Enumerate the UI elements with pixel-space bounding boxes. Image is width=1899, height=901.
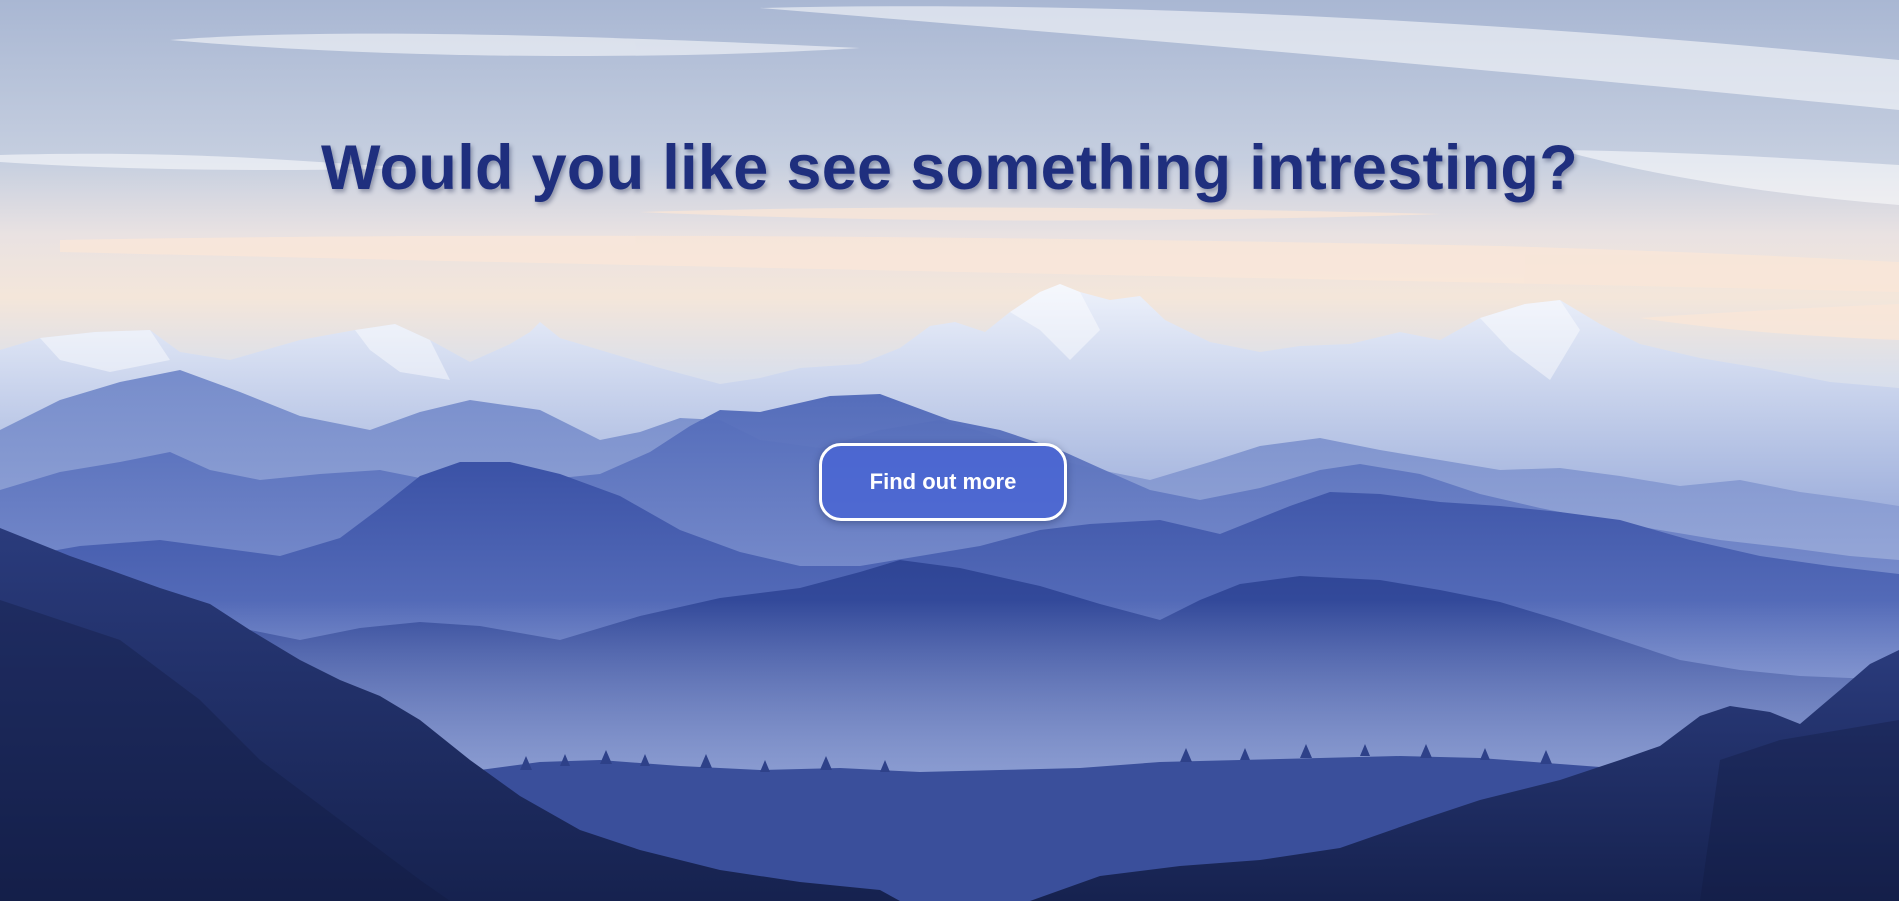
hero-section: Would you like see something intresting?… bbox=[0, 0, 1899, 901]
find-out-more-button[interactable]: Find out more bbox=[819, 443, 1067, 521]
hero-title: Would you like see something intresting? bbox=[321, 133, 1578, 203]
